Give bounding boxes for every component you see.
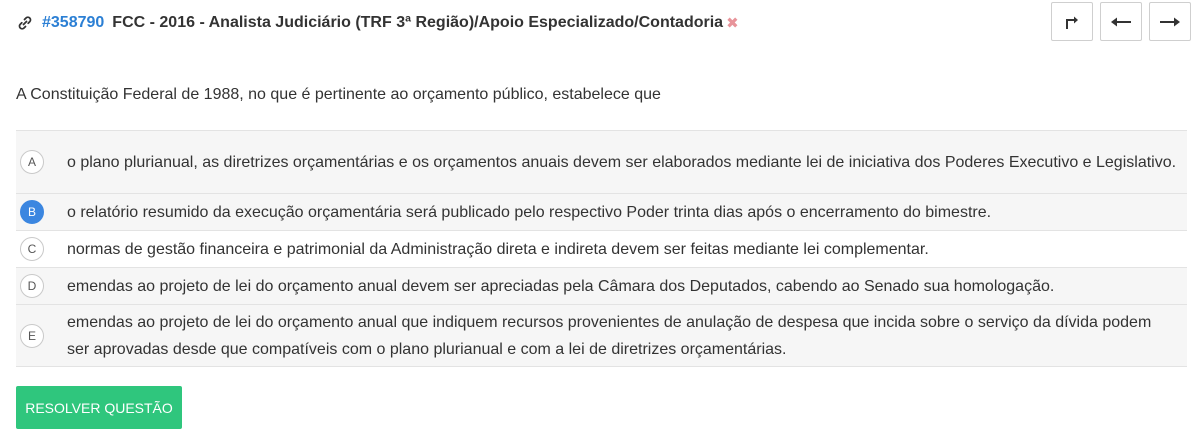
link-icon[interactable] [16,14,34,32]
option-letter-e[interactable]: E [20,323,44,348]
share-button[interactable] [1051,2,1093,41]
question-page: #358790 FCC - 2016 - Analista Judiciário… [0,0,1199,435]
option-text-b[interactable]: o relatório resumido da execução orçamen… [67,199,1001,226]
question-statement: A Constituição Federal de 1988, no que é… [16,86,661,103]
question-id-link[interactable]: #358790 [42,14,104,32]
navigation-buttons [1051,2,1191,41]
option-b[interactable]: B o relatório resumido da execução orçam… [16,193,1187,230]
option-text-d[interactable]: emendas ao projeto de lei do orçamento a… [67,273,1064,300]
option-text-a[interactable]: o plano plurianual, as diretrizes orçame… [67,149,1186,176]
arrow-right-icon [1160,17,1180,26]
question-title: FCC - 2016 - Analista Judiciário (TRF 3ª… [112,14,724,31]
option-letter-c[interactable]: C [20,237,44,261]
question-header: #358790 FCC - 2016 - Analista Judiciário… [16,0,1191,46]
option-text-c[interactable]: normas de gestão financeira e patrimonia… [67,236,939,263]
option-letter-d[interactable]: D [20,274,44,298]
option-d[interactable]: D emendas ao projeto de lei do orçamento… [16,267,1187,304]
resolve-question-button[interactable]: RESOLVER QUESTÃO [16,386,182,429]
option-e[interactable]: E emendas ao projeto de lei do orçamento… [16,304,1187,367]
option-letter-b[interactable]: B [20,200,44,224]
remove-filter-icon[interactable]: ✖ [726,14,739,32]
option-letter-a[interactable]: A [20,150,44,174]
answer-options: A o plano plurianual, as diretrizes orça… [16,130,1187,367]
option-text-e[interactable]: emendas ao projeto de lei do orçamento a… [67,309,1187,363]
share-arrow-icon [1066,16,1078,29]
next-question-button[interactable] [1149,2,1191,41]
option-a[interactable]: A o plano plurianual, as diretrizes orça… [16,130,1187,193]
option-c[interactable]: C normas de gestão financeira e patrimon… [16,230,1187,267]
previous-question-button[interactable] [1100,2,1142,41]
arrow-left-icon [1111,17,1131,26]
